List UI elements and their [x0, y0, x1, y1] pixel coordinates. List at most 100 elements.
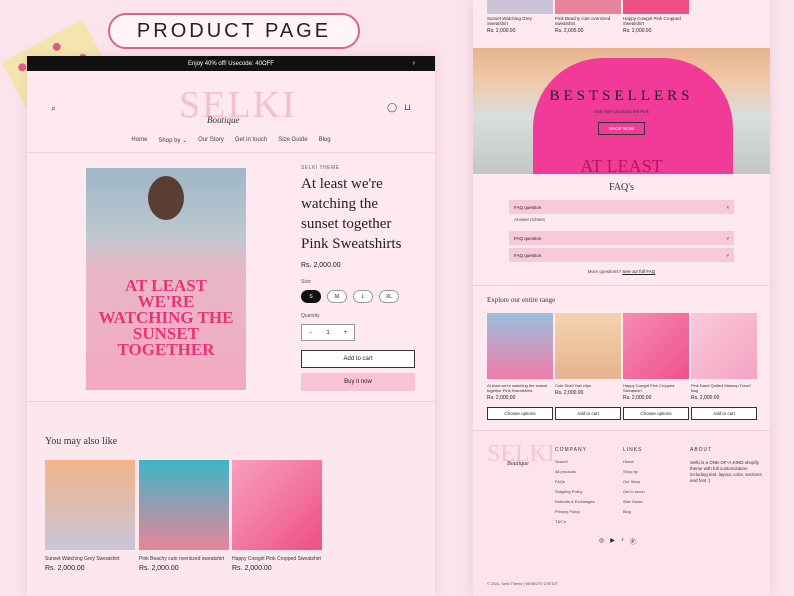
product-card-price: Rs. 2,000.00	[555, 390, 584, 396]
footer-link[interactable]: Home	[623, 459, 645, 464]
footer-company-column: COMPANY Search All products FAQs Shippin…	[555, 447, 595, 529]
product-image[interactable]: AT LEAST WE'RE WATCHING THE SUNSET TOGET…	[86, 168, 246, 390]
product-card-title[interactable]: Sunset Watching Grey Sweatshirt	[487, 16, 553, 26]
hero-title: BESTSELLERS	[549, 88, 694, 104]
product-card-image[interactable]	[487, 0, 553, 14]
product-card[interactable]: Happy Cowgirl Pink Cropped Sweatshirt Rs…	[623, 313, 689, 420]
size-option-xl[interactable]: XL	[379, 290, 399, 303]
add-to-cart-button[interactable]: Add to cart	[301, 350, 415, 368]
quantity-value[interactable]: 1	[326, 330, 329, 336]
chevron-up-icon: ˄	[726, 204, 729, 210]
footer-link[interactable]: Shop by	[623, 469, 645, 474]
product-card-title[interactable]: At least we're watching the sunset toget…	[487, 383, 553, 393]
nav-blog[interactable]: Blog	[319, 137, 331, 144]
buy-now-button[interactable]: Buy it now	[301, 373, 415, 391]
add-to-cart-button[interactable]: Add to cart	[691, 407, 757, 420]
size-option-m[interactable]: M	[327, 290, 347, 303]
product-card-image[interactable]	[45, 460, 135, 550]
faq-question[interactable]: FAQ question ˅	[509, 248, 734, 262]
size-option-s[interactable]: S	[301, 290, 321, 303]
add-to-cart-button[interactable]: Add to cart	[555, 407, 621, 420]
product-card-image[interactable]	[623, 0, 689, 14]
footer-link[interactable]: All products	[555, 469, 595, 474]
search-icon[interactable]: ⌕	[51, 103, 56, 114]
product-card-title[interactable]: Pink Dand Quilted Makeup Travel Bag	[691, 383, 757, 393]
pinterest-icon[interactable]: Ⓟ	[630, 537, 636, 546]
footer-link[interactable]: Blog	[623, 509, 645, 514]
cart-icon[interactable]: ⊔	[404, 102, 411, 113]
faq-more: More questions? See our full FAQ	[587, 269, 656, 274]
footer-about-column: ABOUT	[690, 447, 712, 459]
nav-our-story[interactable]: Our Story	[198, 137, 224, 144]
product-card[interactable]: Happy Cowgirl Pink Cropped Sweatshirt Rs…	[623, 0, 689, 34]
choose-options-button[interactable]: Choose options	[487, 407, 553, 420]
hero-hoodie-print: AT LEAST	[580, 156, 663, 174]
product-card[interactable]: Happy Cowgirl Pink Cropped Sweatshirt Rs…	[232, 460, 322, 572]
product-card-image[interactable]	[555, 0, 621, 14]
footer-link[interactable]: FAQs	[555, 479, 595, 484]
faq-answer: Answer richtext	[514, 217, 545, 222]
product-card-image[interactable]	[623, 313, 689, 379]
footer-link[interactable]: T&C's	[555, 519, 595, 524]
footer-link[interactable]: Privacy Policy	[555, 509, 595, 514]
product-card[interactable]: Sunset Watching Grey Sweatshirt Rs. 2,00…	[45, 460, 135, 572]
product-card-image[interactable]	[555, 313, 621, 379]
nav-get-in-touch[interactable]: Get in touch	[235, 137, 267, 144]
footer-link[interactable]: Get in touch	[623, 489, 645, 494]
product-card-image[interactable]	[487, 313, 553, 379]
product-card-title[interactable]: Happy Cowgirl Pink Cropped Sweatshirt	[232, 556, 322, 562]
product-card-title[interactable]: Pink Beachy cute oversized sweatshirt	[555, 16, 621, 26]
product-card-title[interactable]: Sunset Watching Grey Sweatshirt	[45, 556, 135, 562]
product-card-price: Rs. 2,000.00	[487, 28, 516, 34]
product-card-price: Rs. 2,000.00	[623, 395, 652, 401]
shop-now-button[interactable]: SHOP NOW	[598, 122, 645, 135]
product-card[interactable]: Sunset Watching Grey Sweatshirt Rs. 2,00…	[487, 0, 553, 34]
footer-link[interactable]: Our Story	[623, 479, 645, 484]
product-card-title[interactable]: Happy Cowgirl Pink Cropped Sweatshirt	[623, 16, 689, 26]
tiktok-icon[interactable]: ♪	[621, 537, 624, 546]
product-card[interactable]: At least we're watching the sunset toget…	[487, 313, 553, 420]
product-card-image[interactable]	[139, 460, 229, 550]
also-like-heading: You may also like	[45, 436, 118, 447]
product-card-price: Rs. 2,000.00	[487, 395, 516, 401]
plus-icon[interactable]: +	[343, 330, 347, 336]
minus-icon[interactable]: −	[309, 330, 313, 336]
product-card[interactable]: Cute Shell Hair clips Rs. 2,000.00 Add t…	[555, 313, 621, 420]
product-card-image[interactable]	[691, 313, 757, 379]
faq-link[interactable]: See our full FAQ	[622, 269, 655, 274]
footer-about-text: Selki is a ONE-OF-A-KIND shopify theme w…	[690, 460, 762, 483]
nav-shop-by[interactable]: Shop by ⌄	[158, 137, 187, 144]
choose-options-button[interactable]: Choose options	[623, 407, 689, 420]
nav-size-guide[interactable]: Size Guide	[278, 137, 307, 144]
product-card-title[interactable]: Cute Shell Hair clips	[555, 383, 621, 388]
product-page-banner: PRODUCT PAGE	[108, 13, 360, 49]
product-card-price: Rs. 2,000.00	[555, 28, 584, 34]
product-price: Rs. 2,000.00	[301, 262, 341, 269]
site-footer: SELKI Boutique COMPANY Search All produc…	[473, 430, 770, 596]
homepage-mockup: Sunset Watching Grey Sweatshirt Rs. 2,00…	[473, 0, 770, 596]
nav-home[interactable]: Home	[131, 137, 147, 144]
faq-question[interactable]: FAQ question ˄	[509, 200, 734, 214]
logo-script: Boutique	[207, 115, 240, 125]
product-card-title[interactable]: Pink Beachy cute oversized sweatshirt	[139, 556, 229, 562]
footer-links-heading: LINKS	[623, 447, 643, 453]
youtube-icon[interactable]: ▶	[610, 537, 615, 546]
site-header: ⌕ SELKI Boutique ◯ ⊔ Home Shop by ⌄ Our …	[27, 71, 435, 153]
footer-link[interactable]: Shipping Policy	[555, 489, 595, 494]
product-card-image[interactable]	[232, 460, 322, 550]
product-card[interactable]: Pink Dand Quilted Makeup Travel Bag Rs. …	[691, 313, 757, 420]
product-card-title[interactable]: Happy Cowgirl Pink Cropped Sweatshirt	[623, 383, 689, 393]
faq-question[interactable]: FAQ question ˅	[509, 231, 734, 245]
footer-link[interactable]: Size Guide	[623, 499, 645, 504]
product-card[interactable]: Pink Beachy cute oversized sweatshirt Rs…	[555, 0, 621, 34]
product-card-price: Rs. 2,000.00	[691, 395, 720, 401]
also-like-section: You may also like Sunset Watching Grey S…	[27, 401, 435, 596]
chevron-right-icon[interactable]: ›	[413, 60, 415, 67]
product-card-price: Rs. 2,000.00	[232, 565, 272, 572]
footer-link[interactable]: Refunds & Exchanges	[555, 499, 595, 504]
size-option-l[interactable]: L	[353, 290, 373, 303]
instagram-icon[interactable]: ◎	[599, 537, 604, 546]
product-card[interactable]: Pink Beachy cute oversized sweatshirt Rs…	[139, 460, 229, 572]
account-icon[interactable]: ◯	[387, 102, 397, 113]
footer-link[interactable]: Search	[555, 459, 595, 464]
